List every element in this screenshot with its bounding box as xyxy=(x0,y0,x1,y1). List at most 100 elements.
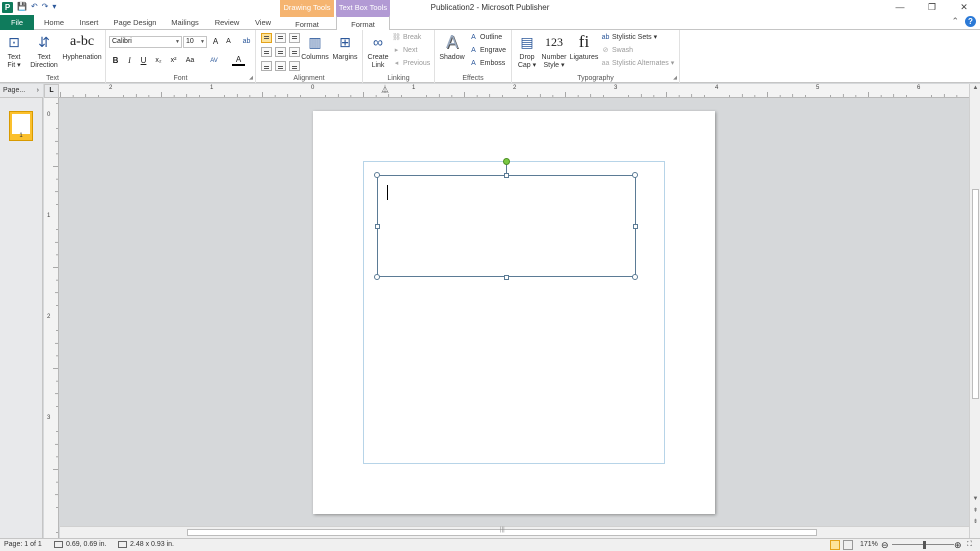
font-size-combo[interactable]: 10 ▼ xyxy=(183,36,207,48)
rotation-handle[interactable] xyxy=(503,158,510,165)
grow-font-button[interactable]: A xyxy=(209,36,222,48)
font-color-button[interactable]: A xyxy=(232,55,245,66)
tab-review[interactable]: Review xyxy=(210,15,244,30)
publisher-app-icon[interactable]: P xyxy=(2,1,13,13)
help-icon[interactable]: ? xyxy=(965,16,976,27)
underline-button[interactable]: U xyxy=(137,55,150,67)
tab-mailings[interactable]: Mailings xyxy=(166,15,204,30)
resize-handle-right[interactable] xyxy=(633,224,638,229)
tab-view[interactable]: View xyxy=(250,15,276,30)
font-name-combo[interactable]: Calibri ▼ xyxy=(109,36,182,48)
publication-page[interactable] xyxy=(313,111,715,514)
vertical-scrollbar[interactable]: ▲ ▼ ⇞ ⇟ xyxy=(969,84,980,538)
text-fit-button[interactable]: ⊡ Text Fit ▾ xyxy=(2,32,26,70)
pages-panel-header[interactable]: Page... › xyxy=(0,84,43,98)
tab-format-textbox[interactable]: Format xyxy=(336,15,390,31)
tab-format-drawing[interactable]: Format xyxy=(280,15,334,30)
resize-handle-top[interactable] xyxy=(504,173,509,178)
align-top-left-button[interactable] xyxy=(261,33,272,43)
resize-handle-top-left[interactable] xyxy=(374,172,380,178)
vertical-scroll-thumb[interactable] xyxy=(972,189,979,399)
superscript-button[interactable]: x² xyxy=(167,55,180,67)
typography-dialog-launcher-icon[interactable]: ◢ xyxy=(673,75,677,81)
zoom-out-icon[interactable]: ⊖ xyxy=(881,539,889,551)
align-bottom-left-button[interactable] xyxy=(261,61,272,71)
ligatures-button[interactable]: fi Ligatures xyxy=(568,32,600,62)
number-style-button[interactable]: 123 Number Style ▾ xyxy=(540,32,568,70)
align-middle-right-button[interactable] xyxy=(289,47,300,57)
page-thumbnail[interactable]: 1 xyxy=(9,111,33,141)
shrink-font-button[interactable]: A xyxy=(222,36,235,48)
object-position[interactable]: 0.69, 0.69 in. xyxy=(54,539,106,551)
break-link-button[interactable]: ⛓ Break xyxy=(392,33,421,43)
tab-selector[interactable]: L xyxy=(44,84,59,98)
stylistic-alternates-button[interactable]: aa Stylistic Alternates ▾ xyxy=(601,59,675,69)
tab-file[interactable]: File xyxy=(0,15,34,30)
next-page-icon[interactable]: ⇟ xyxy=(970,518,980,525)
restore-icon[interactable]: ❐ xyxy=(916,0,948,15)
italic-button[interactable]: I xyxy=(123,55,136,67)
hyphenation-button[interactable]: a-bc Hyphenation xyxy=(61,32,103,62)
next-link-button[interactable]: ▸ Next xyxy=(392,46,418,56)
margins-button[interactable]: ⊞ Margins xyxy=(330,32,360,62)
customize-qat-icon[interactable]: ▾ xyxy=(52,1,56,13)
zoom-in-icon[interactable]: ⊕ xyxy=(954,539,962,551)
indent-marker-icon[interactable]: ⏅ xyxy=(381,84,389,95)
horizontal-ruler[interactable]: 2 1 0 1 2 3 4 5 6 ⏅ xyxy=(59,84,969,98)
resize-handle-left[interactable] xyxy=(375,224,380,229)
resize-handle-bottom[interactable] xyxy=(504,275,509,280)
previous-link-button[interactable]: ◂ Previous xyxy=(392,59,431,69)
horizontal-scrollbar[interactable]: ||| xyxy=(60,526,969,538)
text-box[interactable] xyxy=(377,175,636,277)
font-dialog-launcher-icon[interactable]: ◢ xyxy=(249,75,253,81)
align-bottom-right-button[interactable] xyxy=(289,61,300,71)
character-spacing-button[interactable]: AV xyxy=(206,55,222,67)
align-middle-center-button[interactable] xyxy=(275,47,286,57)
align-bottom-center-button[interactable] xyxy=(275,61,286,71)
stylistic-sets-button[interactable]: ab Stylistic Sets ▾ xyxy=(601,33,658,43)
scroll-up-icon[interactable]: ▲ xyxy=(970,85,980,91)
vertical-ruler[interactable]: 0 1 2 3 xyxy=(44,98,59,538)
drop-cap-button[interactable]: ▤ Drop Cap ▾ xyxy=(514,32,540,70)
redo-icon[interactable]: ↷ xyxy=(42,1,49,13)
collapse-ribbon-icon[interactable]: ⌃ xyxy=(951,16,959,27)
subscript-button[interactable]: x₂ xyxy=(152,55,165,67)
zoom-level[interactable]: 171% xyxy=(860,539,878,551)
zoom-slider-thumb[interactable] xyxy=(923,541,926,549)
emboss-button[interactable]: A Emboss xyxy=(469,59,505,69)
align-middle-left-button[interactable] xyxy=(261,47,272,57)
scroll-down-icon[interactable]: ▼ xyxy=(970,496,980,502)
chevron-right-icon[interactable]: › xyxy=(37,84,39,98)
resize-handle-bottom-left[interactable] xyxy=(374,274,380,280)
align-top-right-button[interactable] xyxy=(289,33,300,43)
save-icon[interactable]: 💾 xyxy=(17,1,27,13)
clear-formatting-button[interactable]: ab xyxy=(240,36,253,48)
outline-button[interactable]: A Outline xyxy=(469,33,502,43)
resize-handle-top-right[interactable] xyxy=(632,172,638,178)
fit-page-icon[interactable]: ⛶ xyxy=(967,539,972,551)
close-icon[interactable]: ✕ xyxy=(948,0,980,15)
bold-button[interactable]: B xyxy=(109,55,122,67)
tab-insert[interactable]: Insert xyxy=(74,15,104,30)
single-page-view-button[interactable] xyxy=(830,540,840,550)
engrave-button[interactable]: A Engrave xyxy=(469,46,506,56)
page-indicator[interactable]: Page: 1 of 1 xyxy=(4,539,42,551)
align-top-center-button[interactable] xyxy=(275,33,286,43)
swash-button[interactable]: ⊘ Swash xyxy=(601,46,633,56)
minimize-icon[interactable]: — xyxy=(884,0,916,15)
shadow-button[interactable]: A Shadow xyxy=(438,32,466,62)
create-link-button[interactable]: ∞ Create Link xyxy=(366,32,390,70)
undo-icon[interactable]: ↶ xyxy=(31,1,38,13)
two-page-view-button[interactable] xyxy=(843,540,853,550)
tab-page-design[interactable]: Page Design xyxy=(110,15,160,30)
resize-handle-bottom-right[interactable] xyxy=(632,274,638,280)
tab-home[interactable]: Home xyxy=(38,15,70,30)
object-size[interactable]: 2.48 x 0.93 in. xyxy=(118,539,174,551)
margins-label: Margins xyxy=(332,54,358,61)
columns-button[interactable]: ▥ Columns xyxy=(301,32,329,62)
text-fit-icon: ⊡ xyxy=(8,34,20,50)
change-case-button[interactable]: Aa xyxy=(182,55,198,67)
previous-page-icon[interactable]: ⇞ xyxy=(970,507,980,514)
document-workspace[interactable] xyxy=(60,98,969,526)
text-direction-button[interactable]: ⇵ Text Direction xyxy=(28,32,60,70)
